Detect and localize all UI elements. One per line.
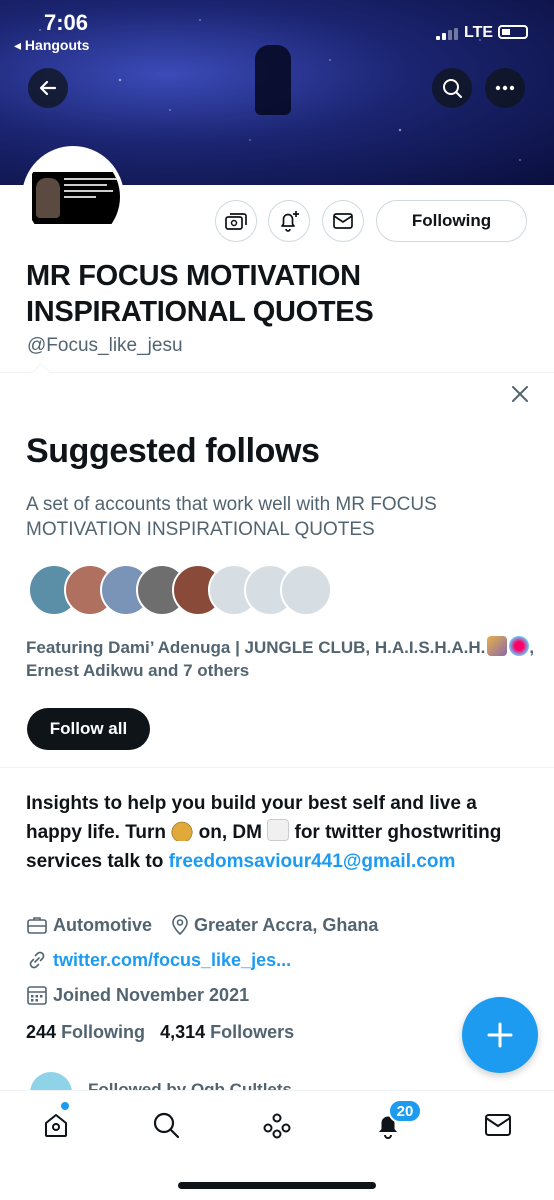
followers-count-link[interactable]: 4,314 Followers [160,1022,294,1042]
compose-tweet-button[interactable] [462,997,538,1073]
featuring-text: Featuring Dami’ Adenuga | JUNGLE CLUB, H… [26,636,536,682]
notification-badge: 20 [388,1099,422,1123]
divider [0,372,554,373]
follow-counts: 244 Following 4,314 Followers [26,1022,294,1043]
money-icon [225,213,247,230]
status-back-app[interactable]: ◂ Hangouts [14,37,89,54]
plus-icon [487,1022,513,1048]
network-label: LTE [464,24,494,41]
status-time: 7:06 [44,10,89,35]
profile-joined-row: Joined November 2021 [26,984,249,1006]
arrow-left-icon [39,80,57,96]
calendar-icon [27,986,47,1005]
lollipop-emoji-icon [509,636,530,656]
banner-silhouette [255,45,291,115]
followed-by[interactable]: Followed by Ogb Cultlets [30,1072,330,1092]
tip-button[interactable] [215,200,257,242]
bio-email-link[interactable]: freedomsaviour441@gmail.com [169,851,456,872]
bio-text: on, DM [193,822,268,843]
tab-home[interactable] [36,1105,76,1145]
search-icon [443,79,462,98]
status-bar: 7:06 ◂ Hangouts LTE [0,6,554,53]
spaces-icon [263,1113,291,1139]
profile-avatar[interactable] [22,146,124,248]
love-letter-emoji-icon [267,819,290,841]
bell-plus-icon [281,211,299,232]
divider [0,767,554,768]
followers-count: 4,314 [160,1022,206,1042]
more-horizontal-icon [495,85,515,91]
profile-bio: Insights to help you build your best sel… [26,789,536,876]
tab-messages[interactable] [478,1105,518,1145]
hand-emoji-icon [487,636,508,656]
envelope-icon [333,213,353,229]
more-button[interactable] [485,68,525,108]
suggested-avatars[interactable] [28,564,332,616]
profile-location: Greater Accra, Ghana [194,914,379,935]
profile-meta-row: Automotive Greater Accra, Ghana [26,914,378,936]
suggested-avatar-placeholder [280,564,332,616]
featuring-names: Featuring Dami’ Adenuga | JUNGLE CLUB, H… [26,638,486,657]
avatar-face [36,178,60,218]
home-icon [45,1114,67,1137]
tab-spaces[interactable] [257,1105,297,1145]
home-notification-dot [60,1101,70,1111]
location-icon [172,914,188,936]
followed-by-avatar [30,1072,72,1092]
back-button[interactable] [28,68,68,108]
suggested-title: Suggested follows [26,432,320,470]
envelope-icon [485,1114,511,1136]
suggested-description: A set of accounts that work well with MR… [26,494,437,540]
profile-category: Automotive [53,914,152,935]
signal-icon [436,28,458,40]
message-button[interactable] [322,200,364,242]
following-button[interactable]: Following [376,200,527,242]
search-button[interactable] [432,68,472,108]
followers-label: Followers [210,1022,295,1042]
following-count: 244 [26,1022,57,1042]
following-count-link[interactable]: 244 Following [26,1022,145,1042]
bell-emoji-icon [171,819,194,841]
tab-search[interactable] [146,1105,186,1145]
callout-notch [31,363,51,383]
battery-icon [498,25,528,39]
follow-all-button[interactable]: Follow all [27,708,150,750]
profile-website-link[interactable]: twitter.com/focus_like_jes... [53,950,291,971]
briefcase-icon [27,917,47,934]
profile-website-row: twitter.com/focus_like_jes... [26,949,291,971]
notify-button[interactable] [268,200,310,242]
link-icon [29,951,45,969]
following-label: Following [61,1022,146,1042]
display-name: MR FOCUS MOTIVATION INSPIRATIONAL QUOTES [26,260,374,328]
search-icon [153,1112,180,1139]
profile-handle: @Focus_like_jesu [27,335,183,356]
close-icon[interactable] [508,382,532,406]
home-indicator[interactable] [178,1182,376,1189]
profile-joined: Joined November 2021 [53,984,250,1005]
